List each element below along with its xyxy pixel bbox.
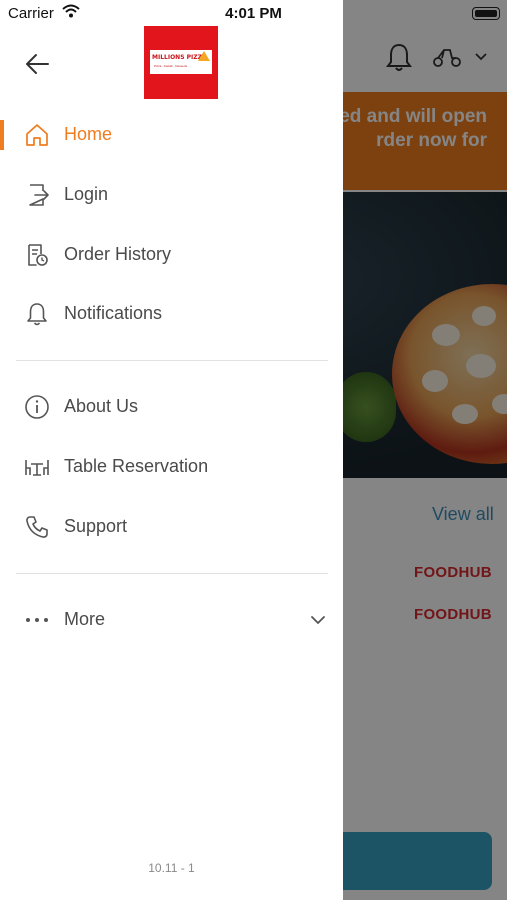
more-dots-icon (26, 618, 48, 622)
menu-item-login[interactable]: Login (0, 167, 343, 223)
menu-label-about-us: About Us (64, 396, 139, 416)
back-arrow-icon[interactable] (24, 50, 52, 78)
navigation-drawer: MILLIONS PIZZA Pizza · Kebab · Desserts … (0, 0, 343, 900)
order-history-icon (28, 244, 48, 266)
menu-item-home[interactable]: Home (0, 107, 343, 163)
phone-icon (26, 516, 48, 538)
menu-divider (16, 573, 328, 574)
menu-label-support: Support (64, 516, 128, 536)
bell-icon (27, 303, 47, 326)
table-icon (25, 460, 49, 476)
menu-label-more: More (64, 609, 106, 629)
status-time: 4:01 PM (225, 5, 282, 22)
menu-item-about-us[interactable]: About Us (0, 379, 343, 435)
status-bar: Carrier 4:01 PM (0, 0, 507, 26)
login-icon (29, 184, 49, 206)
menu-item-notifications[interactable]: Notifications (0, 286, 343, 342)
info-icon (25, 395, 49, 419)
menu-item-order-history[interactable]: Order History (0, 227, 343, 283)
menu-label-home: Home (64, 124, 113, 144)
menu-label-login: Login (64, 184, 109, 204)
menu-item-table-reservation[interactable]: Table Reservation (0, 439, 343, 495)
home-icon (26, 124, 48, 146)
menu-label-order-history: Order History (64, 244, 172, 264)
chevron-down-icon[interactable] (310, 614, 326, 626)
menu-item-more[interactable]: More (0, 592, 343, 648)
battery-icon (472, 7, 500, 20)
restaurant-logo: MILLIONS PIZZA Pizza · Kebab · Desserts (144, 26, 218, 99)
menu-divider (16, 360, 328, 361)
menu-label-table-reservation: Table Reservation (64, 456, 209, 476)
menu-label-notifications: Notifications (64, 303, 163, 323)
menu-item-support[interactable]: Support (0, 499, 343, 555)
pizza-slice-icon (198, 51, 210, 61)
app-version: 10.11 - 1 (148, 861, 195, 875)
drawer-header: MILLIONS PIZZA Pizza · Kebab · Desserts (0, 26, 343, 100)
logo-subtext: Pizza · Kebab · Desserts (154, 64, 188, 68)
